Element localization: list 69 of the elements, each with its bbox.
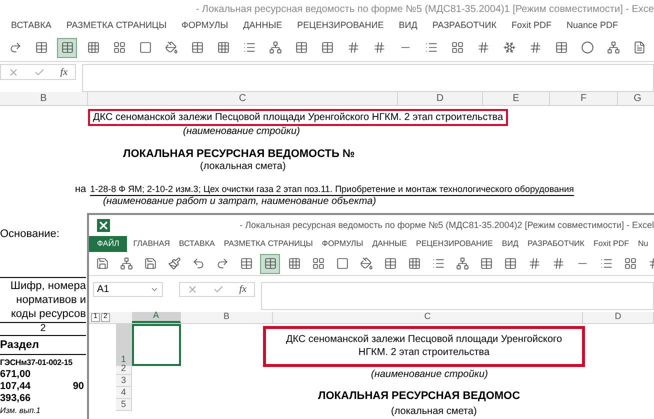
column-header[interactable]: C [273,312,583,322]
window-title: - Локальная ресурсная ведомость по форме №5 (МДС81-35.2004)2 [Режим совместимости] - Excel [240,218,654,232]
ribbon-tab[interactable]: РАЗРАБОТЧИК [524,236,588,252]
column-header[interactable]: G [618,92,654,105]
column-header[interactable]: E [483,92,550,105]
formula-input[interactable] [261,282,654,310]
selected-cell[interactable] [132,324,181,366]
column-header[interactable]: C [88,92,398,105]
table-icon[interactable] [261,254,279,273]
column-header[interactable]: F [550,92,618,105]
ribbon-tab[interactable]: РАЗМЕТКА СТРАНИЦЫ [63,18,170,34]
table-cell: 671,00 [0,368,31,380]
table-cell: Изм. вып.1 [0,404,40,416]
ribbon-tab[interactable]: ВИД [396,18,420,34]
check-icon[interactable] [213,284,224,295]
statement-heading: ЛОКАЛЬНАЯ РЕСУРСНАЯ ВЕДОМОС [318,388,522,404]
ribbon-tab[interactable]: ГЛАВНАЯ [130,236,173,252]
table-cell: 393,66 [0,392,31,404]
column-header[interactable]: B [0,92,88,105]
estimate-caption: (локальная смета) [199,161,286,173]
row-header[interactable]: 3 [116,374,132,386]
ribbon-tab[interactable]: ВСТАВКА [176,236,218,252]
row-header[interactable]: 1 [116,324,132,366]
file-tab[interactable]: ФАЙЛ [89,236,128,252]
ribbon-tab[interactable]: Foxit PDF [508,18,554,34]
table-header-cell: Шифр, номера нормативов и коды ресурсов [0,276,86,322]
table-icon[interactable] [58,38,76,56]
row-header[interactable]: 5 [116,398,132,410]
window-title: - Локальная ресурсная ведомость по форме №5 (МДС81-35.2004)1 [Режим совместимости] - Exce [196,2,654,16]
work-prefix: на [75,184,86,196]
construction-name: ДКС сеноманской залежи Песцовой площади Уренгойского НГКМ. 2 этап строительства [88,109,508,126]
table-cell: ГЭСНм37-01-002-15 [0,356,72,368]
ribbon-tab[interactable]: Nuance PDF [563,18,622,34]
ribbon-tab[interactable]: ДАННЫЕ [240,18,286,34]
check-icon[interactable] [34,66,46,78]
table-cell: 2 [0,322,86,336]
work-caption: (наименование работ и затрат, наименование объекта) [102,196,376,208]
work-name: 1-28-8 Ф ЯМ; 2-10-2 изм.3; Цех очистки газа 2 этап поз.11. Приобретение и монтаж технологического оборудования [90,183,574,196]
ribbon-tab[interactable]: ВИД [498,236,522,252]
construction-name: ДКС сеноманской залежи Песцовой площади Уренгойского НГКМ. 2 этап строительства [284,333,564,359]
ribbon-tab[interactable]: ФОРМУЛЫ [178,18,232,34]
row-header[interactable]: 4 [116,386,132,398]
table-cell-text: 90 [72,380,85,392]
ribbon-tab[interactable]: РЕЦЕНЗИРОВАНИЕ [294,18,387,34]
row-header[interactable]: 2 [116,366,132,374]
construction-caption: (наименование стройки) [182,126,300,138]
table-cell: Раздел [0,338,39,350]
ribbon-tab[interactable]: ФОРМУЛЫ [318,236,366,252]
construction-caption: (наименование стройки) [371,368,489,382]
ribbon-tab[interactable]: Foxit PDF [590,236,632,252]
ribbon-tab[interactable]: ДАННЫЕ [369,236,410,252]
excel-logo-icon [97,218,110,232]
ribbon-tab[interactable]: РАЗРАБОТЧИК [429,18,500,34]
function-button[interactable]: fx [60,64,68,80]
ribbon-tab[interactable]: РАЗМЕТКА СТРАНИЦЫ [220,236,316,252]
basis-label: Основание: [0,227,60,242]
estimate-caption: (локальная смета) [391,405,478,419]
table-cell: 107,44 [0,380,31,392]
ribbon-tab[interactable]: ВСТАВКА [8,18,54,34]
function-button[interactable]: fx [239,282,247,297]
statement-heading: ЛОКАЛЬНАЯ РЕСУРСНАЯ ВЕДОМОСТЬ № [122,148,355,161]
column-header[interactable]: D [583,312,654,322]
name-box[interactable]: A1 [93,282,163,297]
column-header[interactable]: B [181,312,273,322]
ribbon-tab[interactable]: Nu [635,236,652,252]
column-header[interactable]: A [132,312,181,322]
ribbon-tab[interactable]: РЕЦЕНЗИРОВАНИЕ [412,236,496,252]
column-header[interactable]: D [398,92,483,105]
formula-input[interactable] [82,64,654,92]
